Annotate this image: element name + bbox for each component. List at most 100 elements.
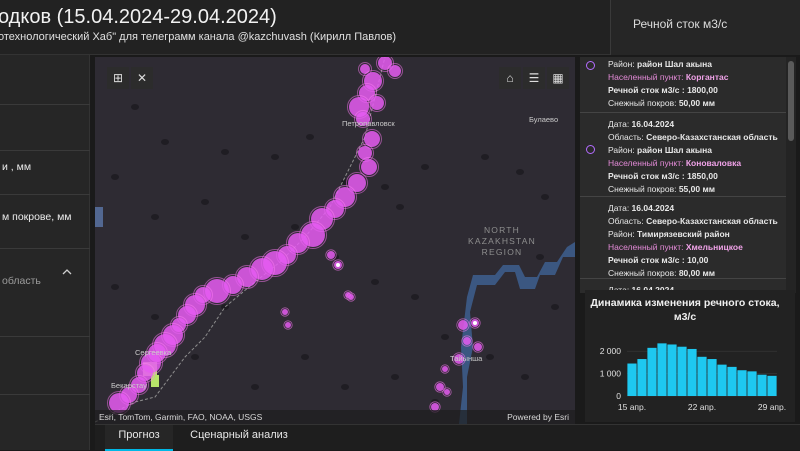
sidebar-item-precip[interactable]: и , мм [0,151,90,195]
scrollbar-thumb[interactable] [788,61,794,141]
map-view[interactable]: ⊞ ✕ ⌂ ☰ ▦ Петропавловск Булаево Сергеевк… [95,57,575,424]
sidebar-row-empty-4 [0,395,90,450]
sidebar-row-empty-2 [0,105,90,151]
sidebar-item-snow[interactable]: м покрове, мм [0,195,90,249]
popup-field: Речной сток м3/с : 10,00 [608,255,708,265]
popup-field-label: Район: [608,145,635,155]
tab-bar: Прогноз Сценарный анализ [95,424,800,451]
city-label: Бекарстау [111,381,147,390]
chart-ytick-label: 1 000 [600,369,622,379]
popup-field-label: Район: [608,229,635,239]
chart-bar[interactable] [767,375,777,396]
chart-bar[interactable] [657,343,667,396]
app-header: одков (15.04.2024-29.04.2024) отехнологи… [0,0,800,55]
popup-field-value: Северо-Казахстанская область [643,132,778,142]
chart-bar[interactable] [707,359,717,396]
popup-field: Район: район Шал акына [608,59,712,69]
popup-field-value: район Шал акына [634,145,712,155]
popup-field-label: Населенный пункт: [608,158,684,168]
popup-field-label: Область: [608,132,644,142]
chart-panel: Динамика изменения речного стока, м3/с 0… [585,290,795,422]
popup-field-value: Коноваловка [683,158,742,168]
attribution-text: Esri, TomTom, Garmin, FAO, NOAA, USGS [99,412,263,422]
sidebar-item-region[interactable]: область [0,249,90,337]
popup-field-value: 50,00 мм [676,98,716,108]
popup-field-label: Речной сток м3/с : [608,85,685,95]
popup-field-value: 10,00 [684,255,709,265]
tab-forecast[interactable]: Прогноз [105,425,173,451]
point-marker-icon[interactable] [586,61,595,70]
chart-bar[interactable] [737,370,747,396]
popup-entry[interactable]: Дата: 16.04.2024 Область: Северо-Казахста… [580,197,788,279]
page-subtitle: отехнологический Хаб" для телеграмм кана… [0,31,397,43]
feature-popup[interactable]: Район: район Шал акына Населенный пункт: … [580,57,788,293]
popup-field: Снежный покров: 55,00 мм [608,184,715,194]
qr-icon[interactable]: ▦ [547,67,569,89]
chart-bar[interactable] [717,364,727,396]
indicator-selector[interactable]: Речной сток м3/с [610,0,800,55]
popup-field-label: Район: [608,59,635,69]
popup-field-label: Снежный покров: [608,268,677,278]
popup-field: Дата: 16.04.2024 [608,119,674,129]
popup-field-value: Северо-Казахстанская область [643,216,778,226]
chart-bar[interactable] [697,356,707,396]
popup-field-value: 1850,00 [684,171,718,181]
list-icon[interactable]: ☰ [523,67,545,89]
chart-bar[interactable] [727,366,737,396]
popup-field-value: Коргантас [683,72,729,82]
city-label: Тайынша [450,354,483,363]
chart-bar[interactable] [627,363,637,396]
popup-field-label: Дата: [608,119,630,129]
popup-field-label: Область: [608,216,644,226]
popup-field: Населенный пункт: Коноваловка [608,158,741,168]
powered-by-esri[interactable]: Powered by Esri [507,412,569,422]
chart-bar[interactable] [687,348,697,396]
page-title: одков (15.04.2024-29.04.2024) [0,6,277,28]
runoff-chart[interactable]: 0 1 000 2 000 15 апр. 22 апр. 29 апр. [585,290,795,422]
popup-field: Населенный пункт: Хмельницкое [608,242,743,252]
chart-bar[interactable] [677,346,687,396]
grid-select-icon[interactable]: ⊞ [107,67,129,89]
chevron-up-icon[interactable] [62,267,72,277]
popup-entry[interactable]: Дата: 16.04.2024 Область: Северо-Казахста… [580,113,788,197]
point-marker-icon[interactable] [586,145,595,154]
city-label: Петропавловск [342,119,395,128]
close-icon[interactable]: ✕ [131,67,153,89]
popup-field-label: Населенный пункт: [608,242,684,252]
popup-field: Дата: 16.04.2024 [608,203,674,213]
chart-bar[interactable] [647,347,657,396]
chart-ytick-label: 0 [616,391,621,401]
chart-xtick-label: 29 апр. [758,402,786,412]
popup-field-value: 55,00 мм [676,184,716,194]
popup-field-label: Дата: [608,203,630,213]
chart-bar[interactable] [747,371,757,396]
chart-bar[interactable] [637,359,647,396]
popup-field-label: Снежный покров: [608,184,677,194]
sidebar-row-empty-3 [0,337,90,395]
map-attribution: Esri, TomTom, Garmin, FAO, NOAA, USGS Po… [95,410,575,424]
sidebar-item-label: и , мм [2,161,32,173]
popup-field: Снежный покров: 80,00 мм [608,268,715,278]
chart-xtick-label: 22 апр. [688,402,716,412]
popup-field-label: Снежный покров: [608,98,677,108]
region-label: NORTH KAZAKHSTAN REGION [467,225,537,257]
popup-field-label: Речной сток м3/с : [608,255,685,265]
sidebar-item-label: область [2,275,41,287]
popup-field: Область: Северо-Казахстанская область [608,216,778,226]
sidebar-row-empty-1 [0,55,90,105]
popup-scrollbar[interactable] [786,57,796,293]
chart-bar[interactable] [757,374,767,396]
tab-scenario-analysis[interactable]: Сценарный анализ [179,425,299,451]
popup-entry[interactable]: Район: район Шал акына Населенный пункт: … [580,57,788,113]
chart-ytick-label: 2 000 [600,346,622,356]
popup-field: Снежный покров: 50,00 мм [608,98,715,108]
sidebar-item-label: м покрове, мм [2,211,72,223]
popup-field-value: 16.04.2024 [629,119,675,129]
popup-field: Район: район Шал акына [608,145,712,155]
popup-field: Область: Северо-Казахстанская область [608,132,778,142]
chart-bar[interactable] [667,344,677,396]
popup-field: Населенный пункт: Коргантас [608,72,728,82]
popup-field: Район: Тимирязевский район [608,229,730,239]
popup-field-value: 16.04.2024 [629,203,675,213]
home-icon[interactable]: ⌂ [499,67,521,89]
